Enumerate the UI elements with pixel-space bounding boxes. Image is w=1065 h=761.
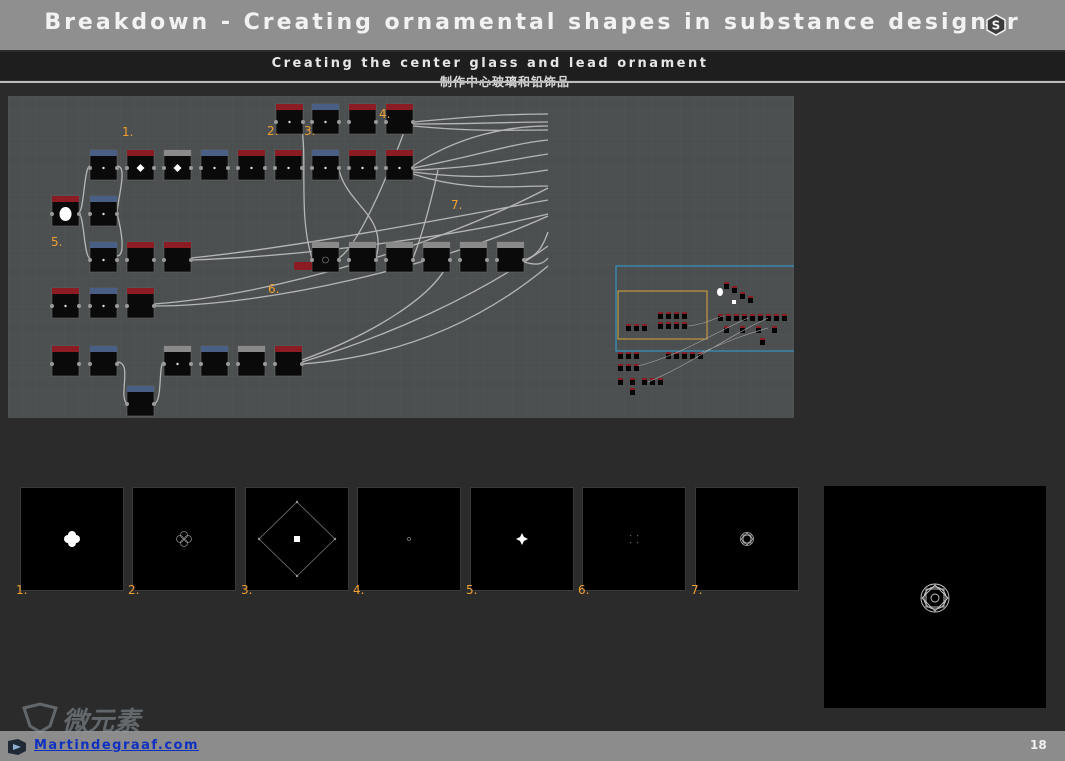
- watermark-logo: 微元素: [22, 702, 144, 737]
- thumbnail-2-shape: [176, 531, 192, 547]
- graph-node: [162, 241, 193, 273]
- final-ornament-preview: [824, 486, 1046, 708]
- graph-node: [273, 149, 304, 181]
- thumbnail-5: [470, 487, 574, 591]
- thumbnail-6-shape: [630, 535, 639, 544]
- thumbnail-label-4: 4.: [353, 583, 365, 597]
- graph-node: [88, 345, 119, 377]
- final-ornament-shape: [920, 583, 950, 613]
- graph-node: [347, 241, 378, 273]
- graph-step-label-6: 6.: [268, 282, 279, 296]
- graph-node: [125, 385, 156, 417]
- graph-node: [88, 241, 119, 273]
- page-number: 18: [1030, 738, 1047, 752]
- thumbnail-7-shape: [740, 532, 754, 546]
- subheader-divider: [0, 81, 1065, 83]
- thumbnail-1-shape: [64, 531, 80, 547]
- graph-node: [310, 149, 341, 181]
- graph-node: [50, 287, 81, 319]
- graph-node: [421, 241, 452, 273]
- graph-node: [495, 241, 526, 273]
- graph-node-small: [294, 262, 312, 270]
- thumbnail-5-shape: [516, 533, 528, 545]
- graph-node: [347, 149, 378, 181]
- graph-node: [125, 287, 156, 319]
- graph-node: [50, 345, 81, 377]
- graph-step-label-5: 5.: [51, 235, 62, 249]
- graph-step-label-7: 7.: [451, 198, 462, 212]
- graph-node: [125, 241, 156, 273]
- thumbnail-label-5: 5.: [466, 583, 478, 597]
- graph-step-label-1: 1.: [122, 125, 133, 139]
- graph-node: [125, 149, 156, 181]
- website-link[interactable]: Martindegraaf.com: [34, 738, 199, 753]
- graph-node: [50, 195, 81, 227]
- footer-logo-icon: [8, 739, 26, 755]
- graph-node: [274, 103, 305, 135]
- overview-node-preview: [717, 288, 723, 296]
- thumbnail-label-1: 1.: [16, 583, 28, 597]
- graph-step-label-4: 4.: [379, 107, 390, 121]
- thumbnail-3-shape: [257, 500, 337, 578]
- node-graph-panel: 1. 2. 3. 4. 5. 6. 7.: [8, 96, 794, 418]
- graph-step-label-3: 3.: [304, 124, 315, 138]
- graph-node: [347, 103, 378, 135]
- graph-step-label-2: 2.: [267, 124, 278, 138]
- thumbnail-4: [357, 487, 461, 591]
- graph-node: [199, 345, 230, 377]
- svg-text:微元素: 微元素: [62, 707, 144, 737]
- thumbnail-label-6: 6.: [578, 583, 590, 597]
- thumbnail-3: [245, 487, 349, 591]
- thumbnail-4-shape: [407, 537, 411, 541]
- page-title: Breakdown - Creating ornamental shapes i…: [44, 10, 1021, 35]
- graph-node: [384, 149, 415, 181]
- graph-node: [384, 241, 415, 273]
- thumbnail-label-2: 2.: [128, 583, 140, 597]
- thumbnail-7: [695, 487, 799, 591]
- substance-designer-icon: S: [986, 14, 1006, 36]
- svg-text:S: S: [992, 19, 1001, 33]
- graph-node: [88, 195, 119, 227]
- graph-node: [458, 241, 489, 273]
- graph-node: [273, 345, 304, 377]
- thumbnail-1: [20, 487, 124, 591]
- thumbnail-6: [582, 487, 686, 591]
- subtitle-english: Creating the center glass and lead ornam…: [271, 56, 709, 71]
- graph-node: [162, 149, 193, 181]
- thumbnail-label-7: 7.: [691, 583, 703, 597]
- graph-node: [199, 149, 230, 181]
- graph-node: [88, 149, 119, 181]
- graph-node: [310, 241, 341, 273]
- graph-node: [162, 345, 193, 377]
- graph-node: [236, 149, 267, 181]
- thumbnail-2: [132, 487, 236, 591]
- graph-node: [236, 345, 267, 377]
- graph-node: [88, 287, 119, 319]
- thumbnail-label-3: 3.: [241, 583, 253, 597]
